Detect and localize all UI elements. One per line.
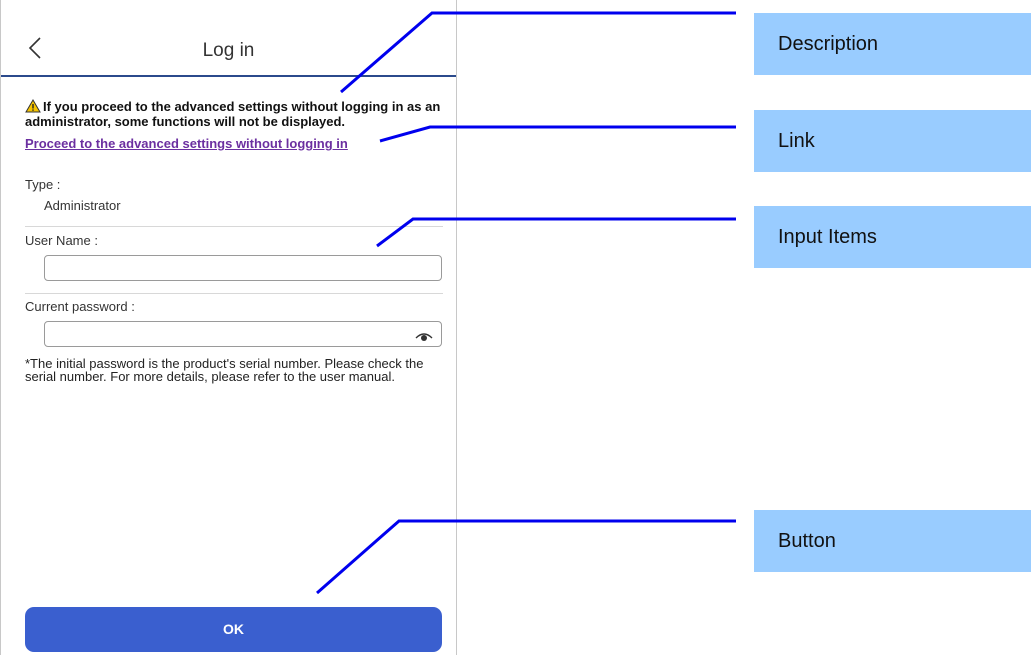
description-leader	[340, 11, 736, 94]
callout-input-items: Input Items	[754, 206, 1031, 268]
callout-description: Description	[754, 13, 1031, 75]
callout-button: Button	[754, 510, 1031, 572]
button-leader	[316, 519, 736, 595]
link-leader	[379, 125, 736, 143]
callout-link: Link	[754, 110, 1031, 172]
input-items-leader	[376, 217, 736, 248]
